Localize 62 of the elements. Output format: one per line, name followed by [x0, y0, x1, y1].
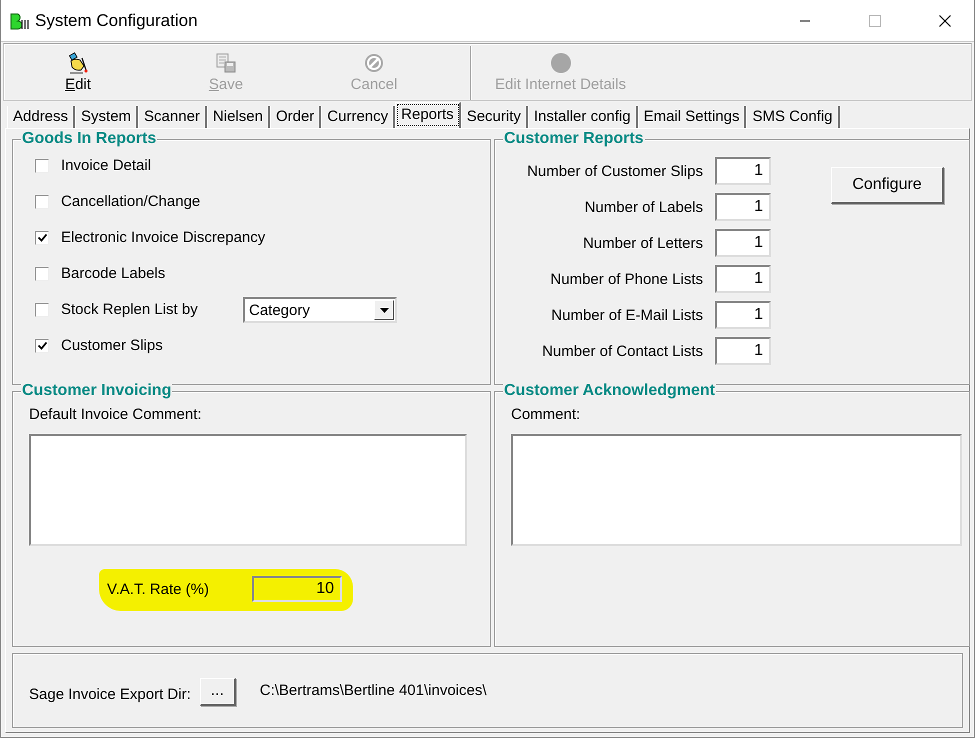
- comment-label: Comment:: [511, 406, 582, 423]
- maximize-icon: [869, 14, 881, 26]
- circle-icon: [550, 52, 572, 74]
- tab[interactable]: Currency: [321, 106, 396, 128]
- field-label: Number of Letters: [582, 234, 703, 252]
- tab[interactable]: Address: [7, 106, 76, 128]
- tab[interactable]: Email Settings: [638, 106, 746, 128]
- cancel-icon: [363, 52, 385, 74]
- number-field[interactable]: 1: [715, 337, 771, 365]
- close-icon: [939, 14, 951, 26]
- field-label: V.A.T. Rate (%): [107, 580, 210, 598]
- group-title: Customer Reports: [503, 130, 645, 148]
- tab[interactable]: System: [75, 106, 138, 128]
- number-field[interactable]: 1: [715, 193, 771, 221]
- checkbox-label: Invoice Detail: [61, 156, 152, 176]
- field-label: Number of E-Mail Lists: [551, 306, 703, 324]
- checkbox[interactable]: [35, 231, 49, 245]
- checkbox[interactable]: [35, 159, 49, 173]
- field-label: Number of Phone Lists: [550, 270, 703, 288]
- checkbox[interactable]: [35, 267, 49, 281]
- tab[interactable]: Nielsen: [206, 106, 270, 128]
- vat-rate-field[interactable]: 10: [252, 576, 342, 602]
- hand-pen-icon: [67, 52, 89, 74]
- check-icon: [38, 342, 46, 350]
- field-label: Number of Contact Lists: [542, 342, 703, 360]
- export-path: C:\Bertrams\Bertline 401\invoices\: [260, 682, 487, 699]
- number-field[interactable]: 1: [715, 157, 771, 185]
- configure-button[interactable]: Configure: [831, 167, 944, 204]
- number-field[interactable]: 1: [715, 229, 771, 257]
- caret-icon: [380, 308, 388, 312]
- group-title: Goods In Reports: [21, 130, 158, 148]
- tab[interactable]: Scanner: [138, 106, 207, 128]
- checkbox-label: Customer Slips: [61, 336, 164, 356]
- checkbox[interactable]: [35, 339, 49, 353]
- checkbox-label: Cancellation/Change: [61, 192, 202, 212]
- field-label: Number of Labels: [584, 198, 703, 216]
- tab[interactable]: SMS Config: [746, 106, 840, 128]
- checkbox[interactable]: [35, 303, 49, 317]
- comment-label: Default Invoice Comment:: [29, 406, 203, 423]
- group-title: Customer Invoicing: [21, 382, 172, 400]
- check-icon: [38, 234, 46, 242]
- browse-button[interactable]: ...: [200, 678, 236, 706]
- field-label: Number of Customer Slips: [527, 162, 703, 180]
- checkbox-label: Barcode Labels: [61, 264, 166, 284]
- number-field[interactable]: 1: [715, 301, 771, 329]
- dropdown[interactable]: Category: [243, 297, 397, 323]
- checkbox-label: Electronic Invoice Discrepancy: [61, 228, 266, 248]
- comment-field[interactable]: [29, 434, 467, 546]
- edit-button[interactable]: Edit: [4, 44, 152, 100]
- group-title: Customer Acknowledgment: [503, 382, 716, 400]
- checkbox-label: Stock Replen List by: [61, 300, 199, 320]
- tab[interactable]: Reports: [395, 102, 461, 128]
- number-field[interactable]: 1: [715, 265, 771, 293]
- comment-field[interactable]: [511, 434, 962, 546]
- document-disk-icon: [215, 52, 237, 74]
- field-label: Sage Invoice Export Dir:: [29, 686, 191, 703]
- app-logo-icon: [9, 12, 31, 30]
- window-title: System Configuration: [35, 10, 199, 30]
- tab[interactable]: Installer config: [528, 106, 638, 128]
- checkbox[interactable]: [35, 195, 49, 209]
- tab[interactable]: Order: [270, 106, 322, 128]
- tab[interactable]: Security: [460, 106, 528, 128]
